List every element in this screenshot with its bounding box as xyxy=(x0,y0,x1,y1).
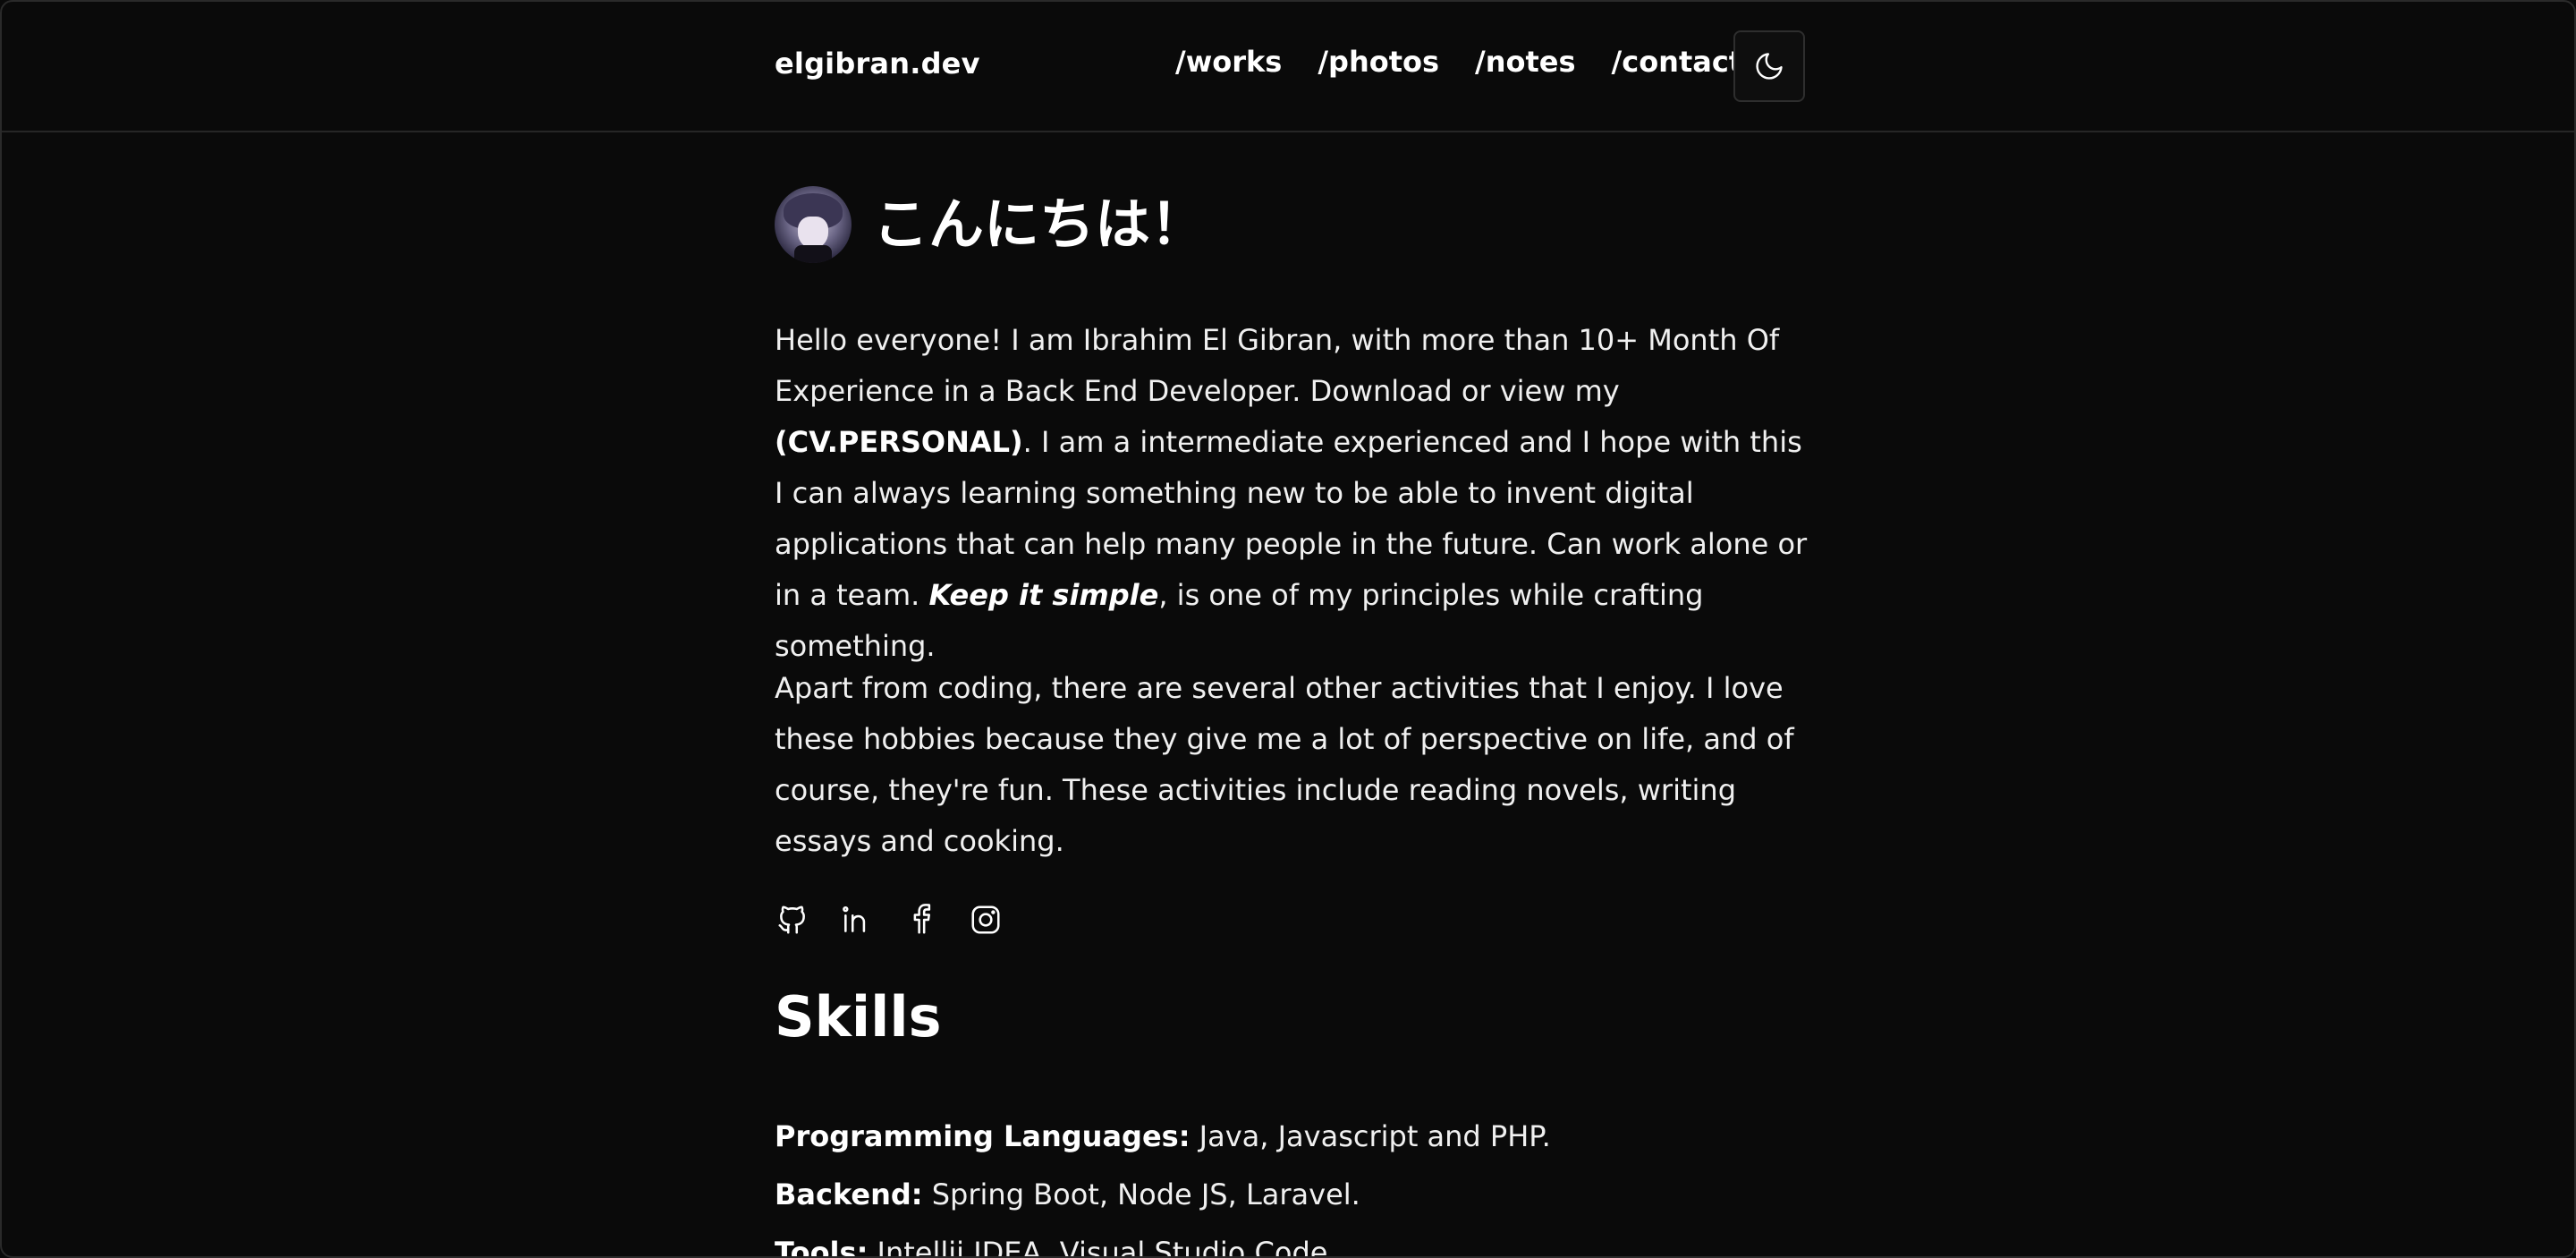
intro-paragraph: Hello everyone! I am Ibrahim El Gibran, … xyxy=(775,315,1812,672)
linkedin-icon xyxy=(843,905,866,932)
nav-contact-link[interactable]: /contact xyxy=(1612,45,1743,79)
intro-text-1: Hello everyone! I am Ibrahim El Gibran, … xyxy=(775,323,1780,408)
site-header: elgibran.dev /works /photos /notes /cont… xyxy=(2,2,2574,132)
github-link[interactable] xyxy=(775,902,810,938)
cv-link[interactable]: (CV.PERSONAL) xyxy=(775,425,1023,459)
browser-frame: elgibran.dev /works /photos /notes /cont… xyxy=(0,0,2576,1258)
nav-photos-link[interactable]: /photos xyxy=(1318,45,1439,79)
moon-icon xyxy=(1756,53,1783,80)
skill-value: Java, Javascript and PHP. xyxy=(1190,1119,1551,1153)
motto-text: Keep it simple xyxy=(928,578,1159,612)
skill-row: Tools: Intellij IDEA, Visual Studio Code… xyxy=(775,1233,1337,1258)
main-nav: /works /photos /notes /contact xyxy=(1175,45,1742,79)
github-icon xyxy=(778,905,805,934)
nav-works-link[interactable]: /works xyxy=(1175,45,1282,79)
skill-label: Tools: xyxy=(775,1236,869,1258)
skill-label: Programming Languages: xyxy=(775,1119,1191,1153)
skill-row: Backend: Spring Boot, Node JS, Laravel. xyxy=(775,1175,1360,1214)
facebook-icon xyxy=(913,904,931,934)
skill-row: Programming Languages: Java, Javascript … xyxy=(775,1117,1551,1156)
theme-toggle-button[interactable] xyxy=(1733,30,1805,102)
skill-value: Spring Boot, Node JS, Laravel. xyxy=(922,1177,1360,1211)
brand-logo-link[interactable]: elgibran.dev xyxy=(775,47,980,81)
social-links xyxy=(775,902,1004,938)
skill-value: Intellij IDEA, Visual Studio Code. xyxy=(868,1236,1337,1258)
facebook-link[interactable] xyxy=(903,902,939,938)
skill-label: Backend: xyxy=(775,1177,923,1211)
greeting-row: こんにちは！ xyxy=(775,186,1206,263)
avatar xyxy=(775,186,852,263)
linkedin-link[interactable] xyxy=(839,902,875,938)
instagram-icon xyxy=(971,905,1000,934)
instagram-link[interactable] xyxy=(968,902,1004,938)
skills-heading: Skills xyxy=(775,984,942,1050)
greeting-title: こんにちは！ xyxy=(873,191,1207,257)
hobbies-paragraph: Apart from coding, there are several oth… xyxy=(775,671,1794,858)
nav-notes-link[interactable]: /notes xyxy=(1475,45,1576,79)
